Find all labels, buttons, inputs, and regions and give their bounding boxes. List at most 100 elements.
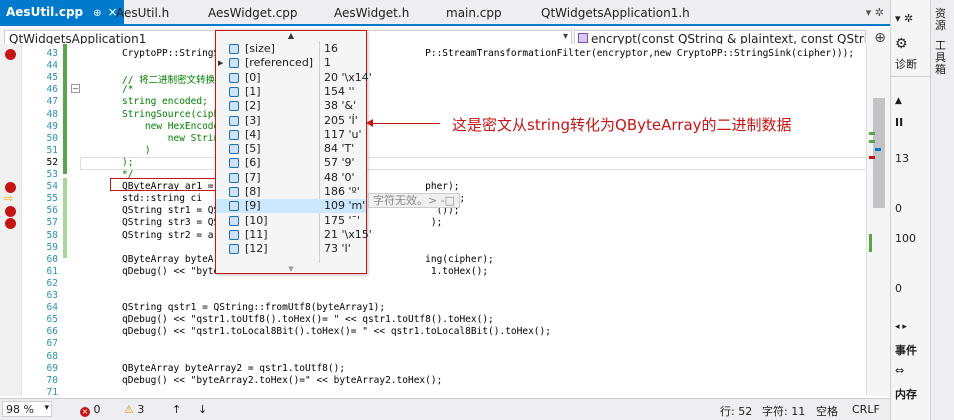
datatip-value[interactable]: 38 '&' [324,99,356,113]
field-icon [229,158,239,169]
tab-tools[interactable]: ▾ ✲ [866,6,884,19]
datatip-value[interactable]: 205 'Í' [324,114,358,128]
datatip-row[interactable]: [11] 21 '\x15' [216,228,372,242]
line-number: 50 [46,132,58,144]
datatip-value[interactable]: 109 'm' [324,199,365,213]
gear-icon[interactable]: ⚙ [895,36,908,52]
datatip-name: [3] [245,113,261,127]
side-tab-resources[interactable]: 资源 [935,8,951,32]
datatip-row[interactable]: [1] 154 '' [216,85,366,99]
datatip-row[interactable]: [7] 48 '0' [216,171,366,185]
datatip-name: [5] [245,142,261,156]
datatip-row[interactable]: [5] 84 'T' [216,142,366,156]
line-number: 56 [46,205,58,217]
next-issue-button[interactable]: ↓ [198,403,207,416]
side-tab-toolbox[interactable]: 工具箱 [935,40,951,76]
datatip-value[interactable]: 48 '0' [324,171,355,185]
datatip-row[interactable]: [12] 73 'I' [216,242,366,256]
warning-count[interactable]: ⚠ 3 [124,403,144,416]
line-number: 52 [46,156,58,168]
eol-indicator[interactable]: CRLF [852,403,880,416]
whitespace-indicator[interactable]: 空格 [816,403,838,419]
line-number: 68 [46,350,58,362]
datatip-row[interactable]: [10] 175 '¯' [216,214,366,228]
tab-aeswidget-cpp[interactable]: AesWidget.cpp [208,6,298,22]
tab-qtwidgetsapplication1-h[interactable]: QtWidgetsApplication1.h [541,6,690,22]
code-editor[interactable]: 43 44 45 46 47 48 49 50 51 52 53 54 55 56 57 58 59 60 61 62… [0,44,890,396]
line-number: 63 [46,290,58,301]
datatip-row[interactable]: [2] 38 '&' [216,99,366,113]
datatip-value[interactable]: 154 '' [324,85,355,99]
panel-options[interactable]: ▾ ✲ [895,12,913,25]
tab-main-cpp[interactable]: main.cpp [446,6,502,22]
tab-aesutil-h[interactable]: AesUtil.h [116,6,169,22]
datatip-row[interactable]: [8] 186 'º' [216,185,366,199]
line-number: 67 [46,338,58,350]
datatip-row[interactable]: [4] 117 'u' [216,128,366,142]
code-line: StringSource(ciph [122,108,220,120]
datatip-row[interactable]: [size] 16 [216,42,366,56]
code-line: qDebug() << "qstr1.toUtf8().toHex()= " <… [122,314,494,326]
datatip-value[interactable]: 84 'T' [324,142,354,156]
previous-issue-button[interactable]: ↑ [172,403,181,416]
datatip-value[interactable]: 175 '¯' [324,214,360,228]
line-number: 43 [46,48,58,59]
tab-aeswidget-h[interactable]: AesWidget.h [334,6,409,22]
datatip-value[interactable]: 186 'º' [324,185,360,199]
editor-vertical-scrollbar[interactable] [866,44,890,396]
datatip-value[interactable]: 57 '9' [324,156,355,170]
chevrons-icon[interactable]: ◂ ▸ [895,322,907,332]
line-number: 61 [46,265,58,277]
datatip-popup[interactable]: ▲ ▼ [size] 16 ▶ [referenced] 1 [0] 20 '\x14' [1… [215,30,372,274]
breakpoint-icon[interactable] [5,49,16,60]
field-icon [229,172,239,183]
datatip-row[interactable]: [3] 205 'Í' [216,114,366,128]
datatip-row[interactable]: [9] 109 'm' [216,199,366,214]
datatip-value[interactable]: 20 '\x14' [324,71,372,85]
scroll-marker [875,148,881,151]
datatip-row[interactable]: [6] 57 '9' [216,156,366,170]
line-number: 54 [46,181,58,193]
tab-label: AesUtil.h [116,6,170,20]
field-icon [229,44,239,54]
datatip-value[interactable]: 21 '\x15' [324,228,372,242]
code-line: ); [122,156,134,168]
datatip-value[interactable]: 117 'u' [324,128,362,142]
pause-icon[interactable]: II [895,116,903,129]
link-icon[interactable]: ⇔ [895,364,904,377]
scroll-marker [869,234,872,252]
memory-label[interactable]: 内存 [895,386,917,402]
code-line: /* [122,84,134,96]
error-count[interactable]: × 0 [80,403,101,417]
line-number: 57 [46,217,58,229]
code-line: QString qstr1 = QString::fromUtf8(byteAr… [122,302,386,314]
datatip-name: [8] [245,185,261,198]
zoom-dropdown[interactable]: 98 % ▾ [2,401,52,417]
datatip-row[interactable]: [0] 20 '\x14' [216,71,372,85]
code-line: new HexEncode [122,120,220,132]
line-number: 65 [46,314,58,326]
datatip-name: [2] [245,99,261,113]
annotation-arrow-line [370,123,440,124]
expand-icon[interactable]: ▶ [218,56,228,70]
change-bar [63,44,67,174]
datatip-value[interactable]: 1 [324,56,331,70]
error-count-value: 0 [93,403,101,416]
fold-toggle-icon[interactable]: − [71,84,80,93]
pin-icon[interactable]: ⊕ [93,8,101,19]
datatip-value[interactable]: 16 [324,42,338,56]
datatip-scroll-down[interactable]: ▼ [216,265,366,273]
tab-label: AesUtil.cpp [6,5,84,19]
field-icon [229,115,239,126]
collapse-icon[interactable]: ▲ [895,96,902,106]
instruction-pointer-icon[interactable]: ⇨ [4,193,18,204]
char-indicator: 字符: 11 [762,405,806,418]
scrollbar-thumb[interactable] [873,98,885,208]
events-label[interactable]: 事件 [895,342,917,358]
datatip-row[interactable]: ▶ [referenced] 1 [216,56,366,70]
code-line: qDebug() << "byteArray2.toHex()=" << byt… [122,374,443,386]
datatip-scroll-up[interactable]: ▲ [216,31,366,41]
scroll-marker [869,140,875,143]
datatip-value[interactable]: 73 'I' [324,242,351,256]
tab-aesutil-cpp[interactable]: AesUtil.cpp ⊕ × [0,0,124,24]
